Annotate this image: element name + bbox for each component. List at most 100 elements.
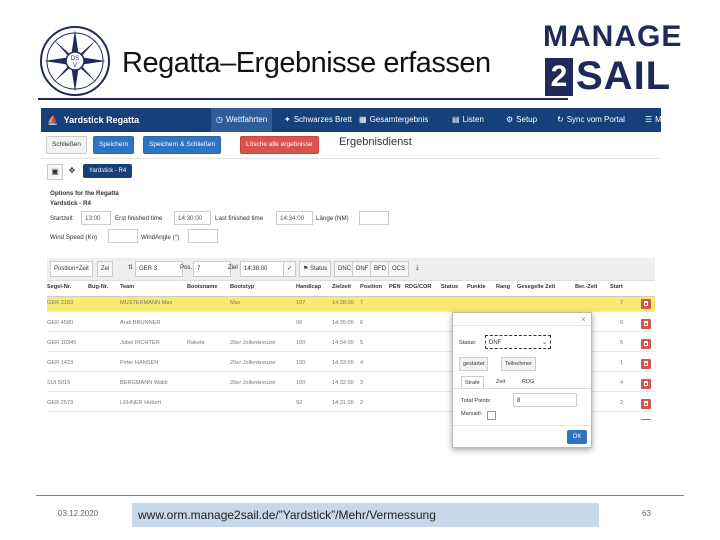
nav-label: Setup xyxy=(516,115,538,124)
nav-more[interactable]: ☰ M xyxy=(643,108,661,132)
confirm-check-icon[interactable]: ✓ xyxy=(283,261,297,277)
cell-start: 6 xyxy=(620,320,624,326)
wind-speed-input[interactable] xyxy=(108,229,138,243)
wind-angle-input[interactable] xyxy=(188,229,218,243)
nav-wettfahrten[interactable]: ◷ Wettfahrten xyxy=(211,108,273,132)
cell-segel: GER 2573 xyxy=(47,400,74,406)
manual-label: Manuell: xyxy=(461,411,483,417)
document-icon: ▤ xyxy=(452,115,460,124)
move-icon[interactable]: ✥ xyxy=(65,164,79,178)
col-segel[interactable]: Segel-Nr. xyxy=(47,284,71,290)
page-number: 63 xyxy=(642,509,651,518)
tab-zeit[interactable]: Zeit xyxy=(493,376,508,388)
start-label: Startzeit xyxy=(50,215,73,222)
cell-ziel: 14:31:00 xyxy=(332,400,354,406)
brand-bottom: SAIL xyxy=(576,54,672,98)
nav-schwarzes-brett[interactable]: ✦ Schwarzes Brett xyxy=(281,108,355,132)
app-brand[interactable]: ⛵ Yardstick Regatta xyxy=(47,108,139,132)
first-finished-label: Erst finished time xyxy=(115,215,163,222)
last-finished-input[interactable]: 14:34:00 xyxy=(276,211,313,225)
cell-team: Andi BRUNNER xyxy=(120,320,161,326)
start-time-input[interactable]: 13:00 xyxy=(81,211,111,225)
cell-handicap: 107 xyxy=(296,300,306,306)
sail-number-input[interactable]: GER 3 xyxy=(135,261,183,277)
wind-speed-label: Wind Speed (Kn) xyxy=(50,234,98,241)
download-icon[interactable]: ⤓ xyxy=(413,261,422,275)
svg-text:DS: DS xyxy=(71,56,79,62)
length-input[interactable] xyxy=(359,211,389,225)
cell-segel: GER 3183 xyxy=(47,300,74,306)
wind-angle-label: WindAngle (°) xyxy=(141,234,180,241)
col-position[interactable]: Position xyxy=(360,284,382,290)
cell-start: 7 xyxy=(620,300,624,306)
started-button[interactable]: gestartet xyxy=(459,357,489,371)
col-bug[interactable]: Bug-Nr. xyxy=(88,284,108,290)
trash-icon[interactable] xyxy=(641,299,651,309)
calendar-icon[interactable]: ▣ xyxy=(47,164,63,180)
ok-button[interactable]: OK xyxy=(567,430,587,444)
col-start[interactable]: Start xyxy=(610,284,623,290)
nav-setup[interactable]: ⚙ Setup xyxy=(503,108,540,132)
status-select[interactable]: DNF ⌄ xyxy=(485,335,551,349)
col-punkte[interactable]: Punkte xyxy=(467,284,486,290)
total-points-input[interactable]: 8 xyxy=(513,393,577,407)
bfd-button[interactable]: BFD xyxy=(370,261,390,277)
trash-icon[interactable] xyxy=(641,419,651,420)
col-status[interactable]: Status xyxy=(441,284,458,290)
participant-button[interactable]: Teilnehmer xyxy=(501,357,536,371)
trash-icon[interactable] xyxy=(641,319,651,329)
position-time-toggle[interactable]: Position+Zeit xyxy=(50,261,93,277)
cell-pos: 5 xyxy=(360,340,364,346)
cell-typ: 20er Jollenkreuzer xyxy=(230,340,277,346)
cell-team: Peter HANSEN xyxy=(120,360,159,366)
cell-typ: 20er Jollenkreuzer xyxy=(230,380,277,386)
trash-icon[interactable] xyxy=(641,379,651,389)
save-button[interactable]: Speichern xyxy=(93,136,135,154)
nav-label: Gesamtergebnis xyxy=(369,115,429,124)
divider xyxy=(41,158,661,159)
ocs-button[interactable]: OCS xyxy=(388,261,410,277)
finish-time-input[interactable]: 14:38:00 xyxy=(240,261,286,277)
col-bootsname[interactable]: Bootsname xyxy=(187,284,217,290)
col-rang[interactable]: Rang xyxy=(496,284,510,290)
trash-icon[interactable] xyxy=(641,359,651,369)
nav-label: M xyxy=(655,115,661,124)
nav-label: Wettfahrten xyxy=(225,115,268,124)
col-ber-zeit[interactable]: Ber.-Zeit xyxy=(575,284,597,290)
col-rdg[interactable]: RDG/COR xyxy=(405,284,431,290)
tab-yardstick-r4[interactable]: Yardstick - R4 xyxy=(83,164,133,178)
first-finished-input[interactable]: 14:30:00 xyxy=(174,211,211,225)
save-close-button[interactable]: Speichern & Schließen xyxy=(143,136,222,154)
manual-checkbox[interactable] xyxy=(487,411,496,420)
trash-icon[interactable] xyxy=(641,399,651,409)
status-button[interactable]: ⚑ Status xyxy=(299,261,332,277)
col-handicap[interactable]: Handicap xyxy=(296,284,321,290)
tab-rdg[interactable]: RDG xyxy=(519,376,537,388)
cell-segel: GER 10345 xyxy=(47,340,77,346)
col-zielzeit[interactable]: Zielzeit xyxy=(332,284,351,290)
close-icon[interactable]: × xyxy=(581,315,586,324)
nav-gesamtergebnis[interactable]: ▦ Gesamtergebnis xyxy=(356,108,431,132)
cell-ziel: 14:32:00 xyxy=(332,380,354,386)
delete-all-results-button[interactable]: Lösche alle ergebnisse xyxy=(240,136,319,154)
col-pen[interactable]: PEN xyxy=(389,284,401,290)
close-button[interactable]: Schließen xyxy=(46,136,87,154)
table-header: Segel-Nr. Bug-Nr. Team Bootsname Bootsty… xyxy=(47,282,655,297)
cell-pos: 2 xyxy=(360,400,364,406)
cell-typ: Max xyxy=(230,300,241,306)
time-toggle[interactable]: Zei xyxy=(97,261,114,277)
sail-icon: ⛵ xyxy=(47,115,59,125)
col-gesegelte-zeit[interactable]: Gesegelte Zeit xyxy=(517,284,555,290)
col-bootstyp[interactable]: Bootstyp xyxy=(230,284,254,290)
nav-listen[interactable]: ▤ Listen xyxy=(449,108,487,132)
status-button-label: Status xyxy=(310,266,328,272)
nav-label: Schwarzes Brett xyxy=(293,115,352,124)
nav-sync-portal[interactable]: ↻ Sync vom Portal xyxy=(554,108,628,132)
table-row[interactable]: GER 3183 MUSTERMANN Max Max 107 14:38:00 7 7 xyxy=(47,297,655,312)
pushpin-icon: ✦ xyxy=(284,115,291,124)
trash-icon[interactable] xyxy=(641,339,651,349)
chart-icon: ▦ xyxy=(359,115,367,124)
cell-pos: 4 xyxy=(360,360,364,366)
cell-ziel: 14:33:00 xyxy=(332,360,354,366)
col-team[interactable]: Team xyxy=(120,284,134,290)
